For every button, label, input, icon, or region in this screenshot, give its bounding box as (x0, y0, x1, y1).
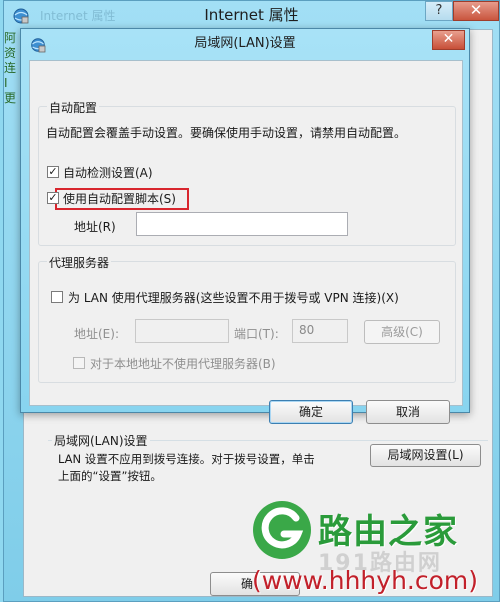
bypass-local-label: 对于本地地址不使用代理服务器(B) (90, 357, 276, 371)
ok-button[interactable]: 确定 (269, 400, 353, 424)
strip-text: 连 (4, 61, 17, 75)
strip-text: 资 (4, 46, 17, 60)
outer-left-strip: 阿 资 连 I 更 (4, 31, 18, 131)
proxy-port-label: 端口(T): (234, 327, 279, 341)
use-proxy-label: 为 LAN 使用代理服务器(这些设置不用于拨号或 VPN 连接)(X) (68, 291, 399, 305)
use-proxy-checkbox[interactable] (51, 291, 63, 303)
auto-config-description: 自动配置会覆盖手动设置。要确保使用手动设置，请禁用自动配置。 (46, 126, 407, 140)
lan-group-title: 局域网(LAN)设置 (52, 432, 150, 449)
outer-close-button[interactable]: ✕ (453, 1, 499, 21)
auto-detect-checkbox[interactable]: ✓ (47, 166, 59, 178)
proxy-group-title: 代理服务器 (47, 254, 112, 271)
lan-settings-dialog: 局域网(LAN)设置 ✕ 自动配置 自动配置会覆盖手动设置。要确保使用手动设置，… (20, 28, 470, 424)
proxy-address-label: 地址(E): (74, 327, 119, 341)
auto-config-title: 自动配置 (47, 99, 100, 116)
lan-dialog-body: 自动配置 自动配置会覆盖手动设置。要确保使用手动设置，请禁用自动配置。 ✓ 自动… (29, 60, 463, 424)
proxy-address-input[interactable] (135, 319, 229, 343)
script-address-input[interactable] (136, 212, 348, 236)
watermark-logo-icon (253, 501, 311, 559)
help-button[interactable]: ? (425, 1, 453, 21)
bypass-local-checkbox[interactable] (73, 357, 85, 369)
lan-description: LAN 设置不应用到拨号连接。对于拨号设置，单击 上面的“设置”按钮。 (58, 451, 338, 485)
auto-detect-label: 自动检测设置(A) (63, 166, 153, 180)
proxy-port-input[interactable]: 80 (292, 319, 348, 343)
strip-text: 更 (4, 91, 17, 105)
strip-text: I (4, 76, 8, 90)
lan-description-line: 上面的“设置”按钮。 (58, 469, 162, 483)
use-script-label: 使用自动配置脚本(S) (63, 192, 176, 206)
script-address-label: 地址(R) (74, 220, 116, 234)
cancel-button[interactable]: 取消 (366, 400, 450, 424)
lan-dialog-title: 局域网(LAN)设置 (194, 36, 296, 51)
lan-settings-button[interactable]: 局域网设置(L) (370, 444, 481, 467)
use-script-checkbox[interactable]: ✓ (47, 192, 59, 204)
lan-description-line: LAN 设置不应用到拨号连接。对于拨号设置，单击 (58, 452, 315, 466)
watermark-url: (www.hhhyh.com) (252, 566, 479, 595)
strip-text: 阿 (4, 31, 17, 45)
lan-dialog-close-button[interactable]: ✕ (432, 30, 465, 50)
advanced-button[interactable]: 高级(C) (364, 320, 440, 344)
